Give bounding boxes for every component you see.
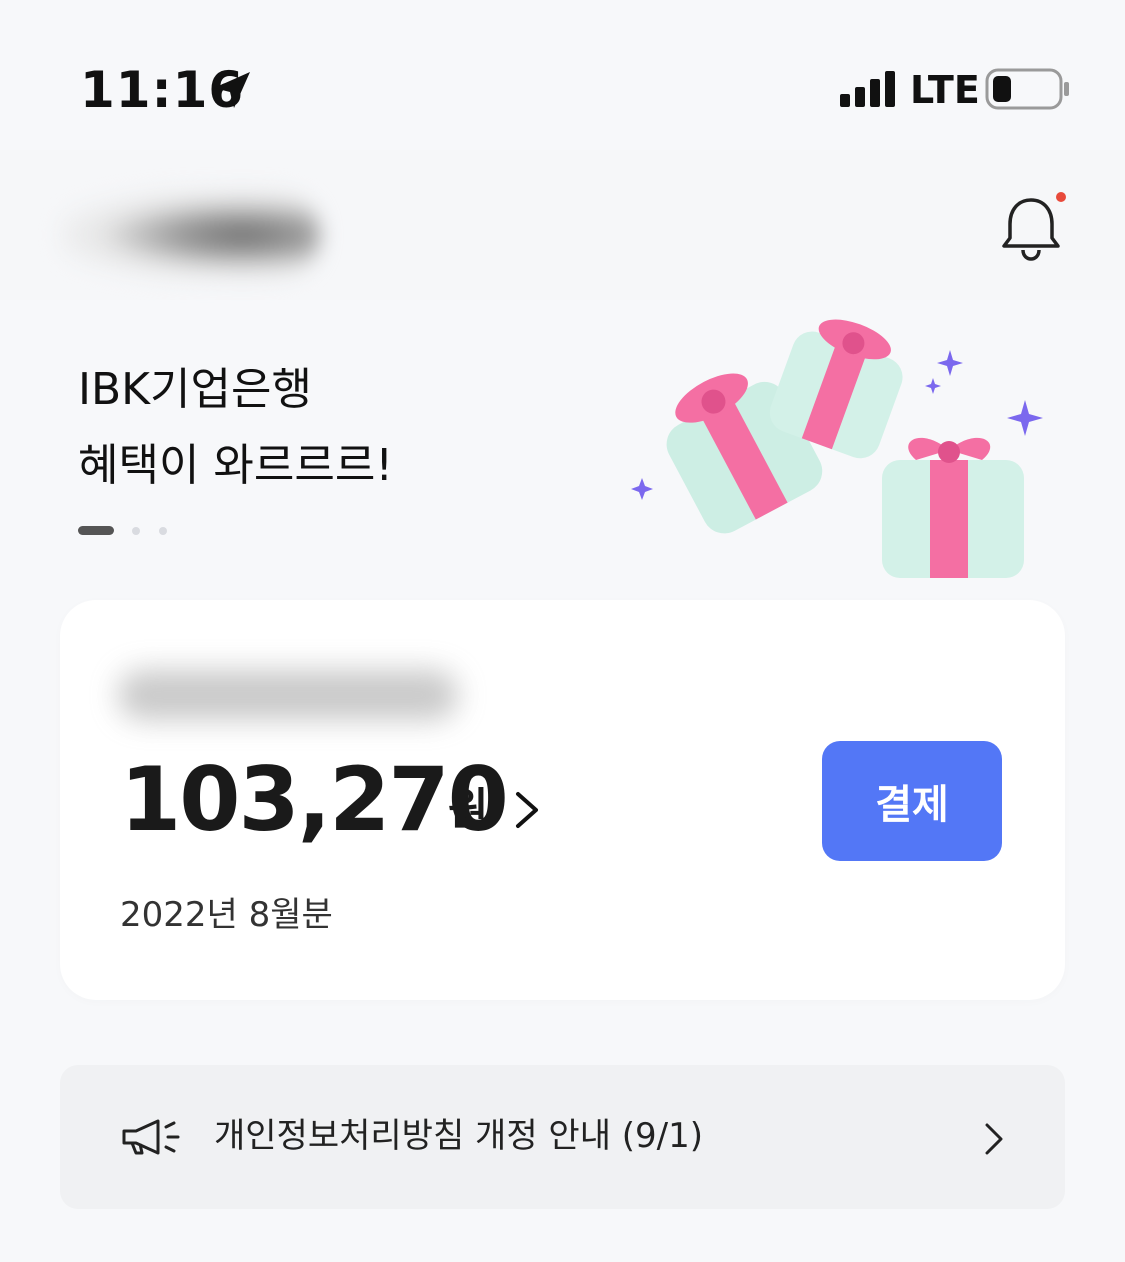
pager-dot — [159, 527, 167, 535]
status-bar: 11:16 LTE — [0, 0, 1125, 150]
notice-bar[interactable]: 개인정보처리방침 개정 안내 (9/1) — [60, 1065, 1065, 1209]
notification-dot — [1056, 192, 1066, 202]
battery-low-icon — [985, 68, 1071, 114]
pay-button[interactable]: 결제 — [822, 741, 1002, 861]
banner-title-line1: IBK기업은행 — [78, 364, 312, 415]
bell-icon[interactable] — [998, 192, 1068, 268]
network-type: LTE — [910, 68, 980, 112]
chevron-right-icon — [982, 1121, 1006, 1161]
profile-redacted[interactable] — [60, 190, 320, 280]
pager-dot — [132, 527, 140, 535]
amount-unit: 원 — [448, 784, 489, 835]
notice-text: 개인정보처리방침 개정 안내 (9/1) — [214, 1116, 704, 1156]
bill-card: 103,270 원 결제 2022년 8월분 — [60, 600, 1065, 1000]
account-redacted — [118, 670, 458, 720]
megaphone-icon — [118, 1117, 184, 1161]
billing-period: 2022년 8월분 — [120, 895, 333, 935]
chevron-right-icon[interactable] — [512, 788, 542, 836]
gift-boxes-icon — [620, 300, 1060, 594]
location-arrow-icon — [210, 68, 254, 116]
banner-title-line2: 혜택이 와르르르! — [78, 440, 393, 491]
signal-bars-icon — [840, 70, 900, 112]
banner-title[interactable]: IBK기업은행 혜택이 와르르르! — [78, 352, 393, 504]
pager-dot-active — [78, 526, 114, 535]
